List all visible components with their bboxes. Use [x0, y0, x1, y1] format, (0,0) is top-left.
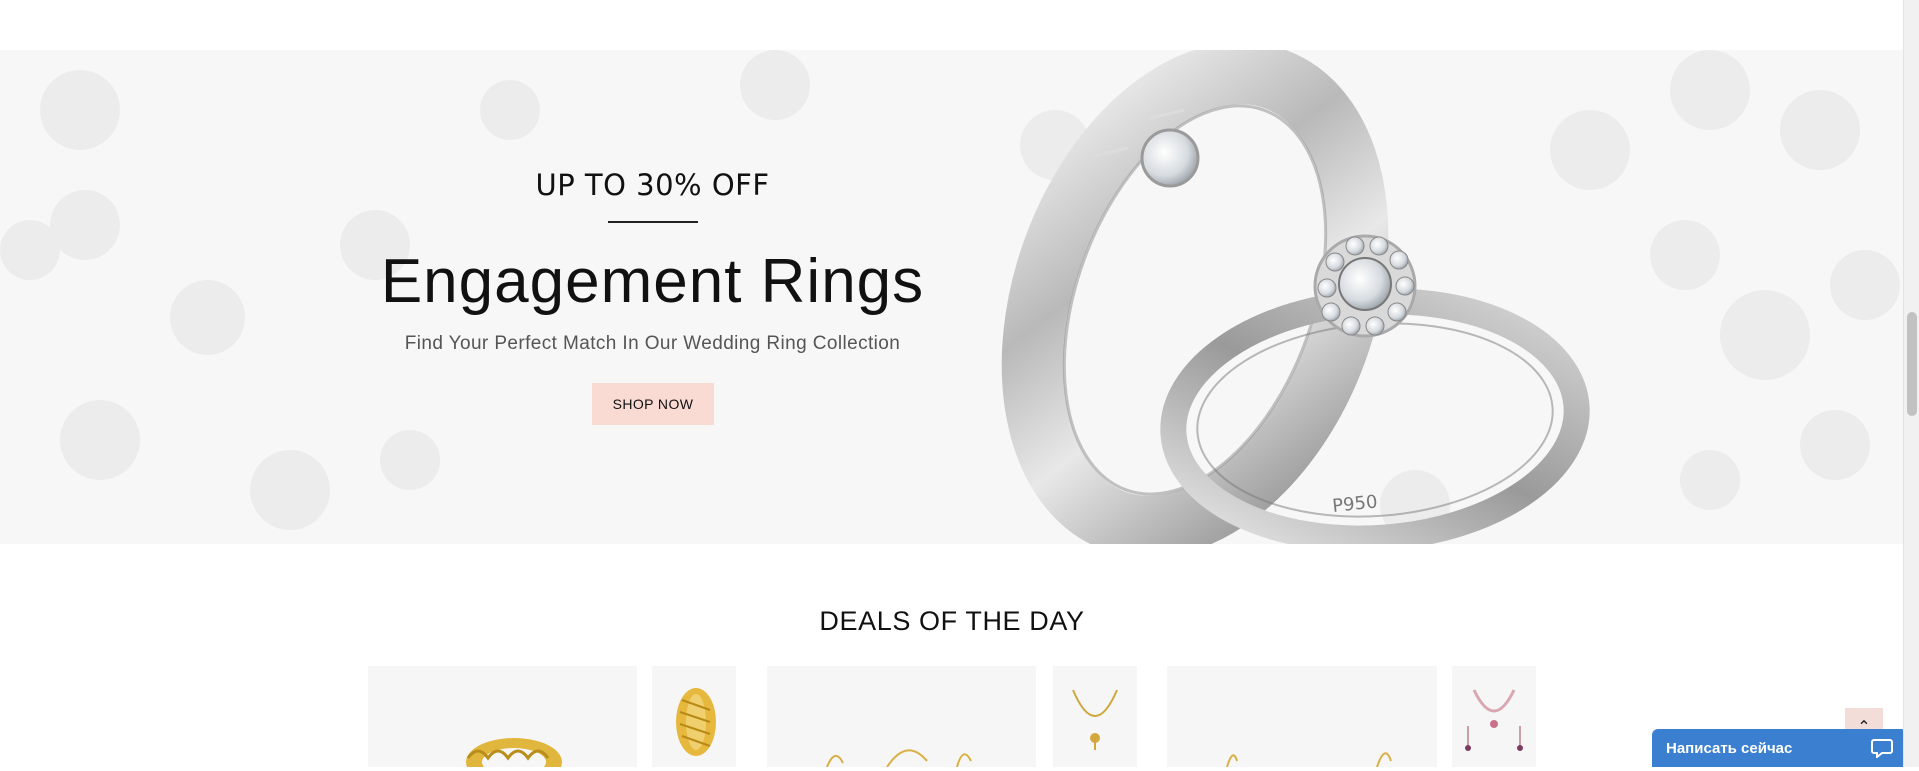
- rings-image: P950: [1001, 50, 1590, 544]
- ring-engraving: P950: [1331, 491, 1378, 517]
- necklace-set-thumb: [1465, 689, 1523, 751]
- gold-band-thumb: [676, 688, 716, 756]
- deal-card[interactable]: [368, 666, 637, 771]
- deal-thumbnail[interactable]: [652, 666, 736, 767]
- shop-now-button[interactable]: SHOP NOW: [592, 383, 714, 425]
- promo-block: UP TO 30% OFF Engagement Rings Find Your…: [360, 50, 945, 544]
- scrollbar-thumb[interactable]: [1907, 312, 1917, 416]
- discount-label: UP TO 30% OFF: [535, 168, 770, 202]
- engagement-ring: P950: [1160, 234, 1590, 544]
- pendant-necklace-thumb: [1072, 689, 1118, 750]
- hero-subtitle: Find Your Perfect Match In Our Wedding R…: [404, 333, 901, 354]
- deal-card[interactable]: [1167, 666, 1437, 768]
- chat-widget[interactable]: Написать сейчас: [1652, 729, 1907, 767]
- deal-thumbnail[interactable]: [1053, 666, 1137, 767]
- gold-ring-image: [466, 738, 562, 771]
- chat-bubble-icon: [1871, 739, 1893, 758]
- divider: [608, 221, 698, 223]
- chain-image: [1226, 752, 1392, 768]
- hero-title: Engagement Rings: [380, 247, 925, 316]
- necklace-image: [826, 749, 972, 768]
- deal-thumbnail[interactable]: [1452, 666, 1536, 767]
- deal-card[interactable]: [767, 666, 1036, 768]
- hero-banner: UP TO 30% OFF Engagement Rings Find Your…: [0, 50, 1904, 544]
- chat-label: Написать сейчас: [1666, 739, 1793, 757]
- deals-title: DEALS OF THE DAY: [819, 606, 1085, 636]
- page-scrollbar[interactable]: [1903, 0, 1919, 767]
- hero-pattern: [0, 50, 1904, 544]
